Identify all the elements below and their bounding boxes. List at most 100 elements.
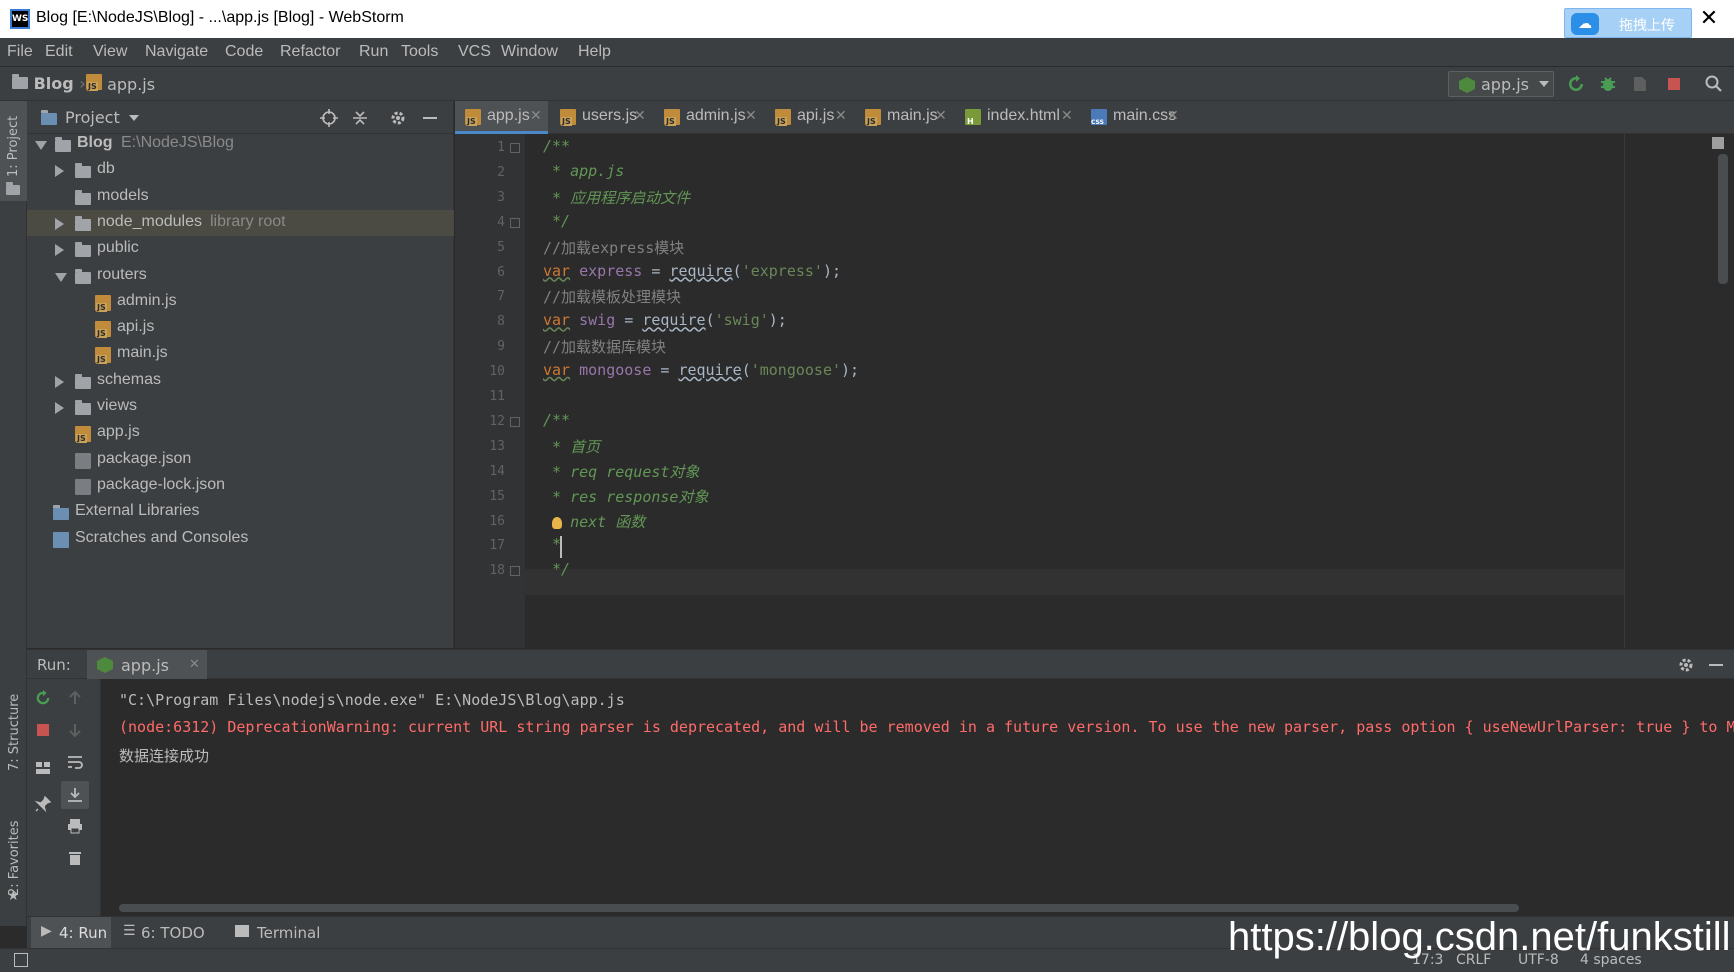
terminal-tool-tab[interactable]: Terminal: [235, 917, 325, 949]
menu-help[interactable]: Help: [578, 43, 611, 61]
chevron-right-icon[interactable]: [55, 402, 64, 414]
close-tab-icon[interactable]: ✕: [835, 108, 847, 124]
hide-panel-icon[interactable]: [421, 109, 439, 127]
upload-button[interactable]: ☁ 拖拽上传: [1564, 8, 1692, 38]
tree-item[interactable]: schemas: [27, 368, 454, 394]
gear-icon[interactable]: [389, 109, 407, 127]
tool-window-toggle-icon[interactable]: [14, 953, 28, 967]
menu-navigate[interactable]: Navigate: [145, 43, 208, 61]
chevron-down-icon[interactable]: [35, 141, 47, 150]
project-tool-tab[interactable]: 1: Project: [0, 101, 27, 201]
arrow-down-icon[interactable]: [66, 721, 84, 739]
fold-marker-icon[interactable]: [510, 416, 520, 427]
arrow-up-icon[interactable]: [66, 689, 84, 707]
rerun-icon[interactable]: [34, 689, 52, 707]
chevron-down-icon[interactable]: [55, 272, 67, 282]
menu-refactor[interactable]: Refactor: [280, 43, 340, 61]
editor-tab[interactable]: main.js✕: [855, 101, 953, 134]
todo-tool-tab[interactable]: ☰ 6: TODO: [123, 917, 213, 949]
tree-item[interactable]: main.js: [27, 341, 454, 367]
close-tab-icon[interactable]: ✕: [1167, 108, 1179, 124]
menu-code[interactable]: Code: [225, 43, 263, 61]
close-window-button[interactable]: ✕: [1694, 5, 1724, 33]
close-tab-icon[interactable]: ✕: [634, 108, 646, 124]
fold-marker-icon[interactable]: [510, 143, 520, 153]
menu-tools[interactable]: Tools: [401, 43, 438, 61]
search-icon[interactable]: [1704, 74, 1724, 94]
editor-scrollbar-thumb[interactable]: [1718, 154, 1728, 284]
console-horizontal-scrollbar[interactable]: [119, 904, 1519, 912]
close-tab-icon[interactable]: ✕: [745, 108, 757, 124]
menu-vcs[interactable]: VCS: [458, 43, 491, 61]
run-tab-app-js[interactable]: app.js ✕: [87, 650, 207, 680]
scroll-to-end-button[interactable]: [61, 781, 89, 809]
rerun-icon[interactable]: [1566, 74, 1586, 94]
stop-icon[interactable]: [34, 721, 52, 739]
chevron-down-icon[interactable]: [129, 115, 139, 121]
editor-tab[interactable]: app.js✕: [455, 101, 548, 134]
tree-item-label: main.js: [117, 344, 168, 362]
tree-item[interactable]: Blog E:\NodeJS\Blog: [27, 131, 454, 157]
favorites-tool-tab[interactable]: 2: Favorites: [7, 820, 22, 896]
editor-tab[interactable]: admin.js✕: [654, 101, 763, 134]
fold-marker-icon[interactable]: [510, 217, 520, 228]
gear-icon[interactable]: [1677, 656, 1695, 674]
layout-icon[interactable]: [34, 759, 52, 777]
breadcrumb-file[interactable]: app.js: [86, 74, 155, 94]
menu-edit[interactable]: Edit: [45, 43, 73, 61]
chevron-right-icon[interactable]: [55, 165, 64, 178]
tree-item[interactable]: node_modules library root: [27, 209, 454, 236]
menu-run[interactable]: Run: [359, 43, 388, 61]
tree-item[interactable]: admin.js: [27, 289, 454, 315]
inspection-status-icon[interactable]: [1712, 137, 1724, 149]
tree-item[interactable]: package-lock.json: [27, 473, 454, 499]
menu-file[interactable]: File: [7, 43, 33, 61]
code-editor[interactable]: /** * app.js * 应用程序启动文件 */ //加载express模块 v…: [525, 134, 1624, 648]
close-tab-icon[interactable]: ✕: [1061, 108, 1073, 124]
editor-tab[interactable]: users.js✕: [550, 101, 652, 134]
editor-scroll-gutter[interactable]: [1624, 134, 1734, 648]
tree-item[interactable]: routers: [27, 263, 454, 289]
hide-panel-icon[interactable]: [1707, 656, 1725, 674]
tree-item[interactable]: models: [27, 184, 454, 210]
editor-tab[interactable]: index.html✕: [955, 101, 1079, 134]
code-token: =: [642, 261, 670, 280]
locate-file-icon[interactable]: [320, 109, 338, 127]
tree-item[interactable]: db: [27, 157, 454, 183]
lightbulb-icon[interactable]: [552, 516, 562, 529]
tree-item[interactable]: public: [27, 236, 454, 262]
run-configuration-select[interactable]: app.js: [1448, 71, 1554, 97]
tree-item[interactable]: External Libraries: [27, 499, 454, 525]
coverage-icon[interactable]: [1630, 74, 1650, 94]
pin-icon[interactable]: [34, 795, 52, 813]
tree-item[interactable]: views: [27, 394, 454, 420]
collapse-all-icon[interactable]: [351, 109, 369, 127]
run-console[interactable]: "C:\Program Files\nodejs\node.exe" E:\No…: [101, 679, 1734, 916]
editor-tab[interactable]: main.css✕: [1081, 101, 1185, 134]
print-icon[interactable]: [66, 817, 84, 835]
tree-item[interactable]: api.js: [27, 315, 454, 341]
structure-tool-tab[interactable]: 7: Structure: [7, 694, 22, 771]
close-tab-icon[interactable]: ✕: [530, 108, 542, 124]
tree-item[interactable]: package.json: [27, 447, 454, 473]
tree-item[interactable]: Scratches and Consoles: [27, 526, 454, 552]
close-tab-icon[interactable]: ✕: [189, 657, 200, 672]
chevron-right-icon[interactable]: [55, 217, 64, 230]
run-tool-tab[interactable]: ▶ 4: Run: [31, 917, 111, 949]
soft-wrap-icon[interactable]: [66, 753, 84, 771]
menu-window[interactable]: Window: [501, 43, 558, 61]
editor-tab[interactable]: api.js✕: [765, 101, 853, 134]
menu-view[interactable]: View: [93, 43, 127, 61]
editor-tab-label: admin.js: [686, 107, 746, 124]
close-tab-icon[interactable]: ✕: [935, 108, 947, 124]
chevron-right-icon[interactable]: [55, 375, 64, 388]
chevron-right-icon[interactable]: [55, 244, 64, 257]
fold-marker-icon[interactable]: [510, 566, 520, 577]
stop-icon[interactable]: [1664, 74, 1684, 94]
trash-icon[interactable]: [66, 849, 84, 867]
project-view-selector[interactable]: Project: [65, 108, 120, 127]
tree-item[interactable]: app.js: [27, 420, 454, 446]
debug-icon[interactable]: [1598, 74, 1618, 94]
breadcrumb-project[interactable]: Blog ›: [12, 74, 86, 93]
code-token: =: [615, 311, 643, 330]
